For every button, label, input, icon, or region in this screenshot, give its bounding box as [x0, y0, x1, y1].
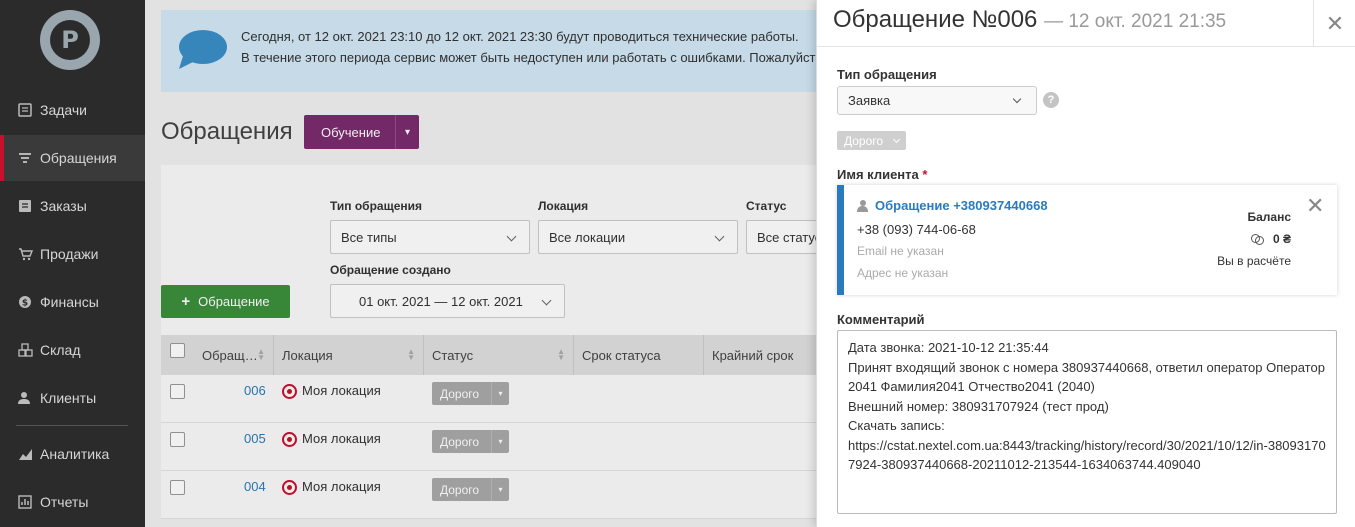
request-type-label: Тип обращения — [837, 67, 937, 82]
sidebar-item-label: Отчеты — [40, 494, 89, 510]
client-card: Обращение +380937440668 +38 (093) 744-06… — [837, 185, 1337, 295]
panel-header: Обращение №006 — 12 окт. 2021 21:35 ✕ — [817, 0, 1355, 47]
help-icon[interactable]: ? — [1043, 92, 1059, 108]
chevron-down-icon — [1012, 94, 1022, 104]
modal-backdrop[interactable] — [145, 0, 816, 527]
status-tag-label: Дорого — [844, 133, 884, 148]
close-panel-button[interactable]: ✕ — [1313, 0, 1355, 47]
client-name-label-text: Имя клиента — [837, 167, 919, 182]
client-name-link[interactable]: Обращение +380937440668 — [857, 198, 1048, 213]
warehouse-icon — [16, 341, 34, 359]
comment-label: Комментарий — [837, 312, 925, 327]
request-date: — 12 окт. 2021 21:35 — [1044, 11, 1227, 32]
app-logo[interactable]: P — [40, 10, 100, 70]
comment-textarea[interactable]: Дата звонка: 2021-10-12 21:35:44 Принят … — [837, 330, 1337, 514]
panel-title: Обращение №006 — 12 окт. 2021 21:35 — [833, 6, 1226, 34]
chevron-down-icon — [892, 135, 901, 144]
client-name-text: Обращение +380937440668 — [875, 198, 1048, 213]
request-detail-panel: Обращение №006 — 12 окт. 2021 21:35 ✕ Ти… — [816, 0, 1355, 527]
sidebar-item-label: Финансы — [40, 294, 99, 310]
sidebar-item-label: Задачи — [40, 102, 88, 118]
sidebar-item-label: Продажи — [40, 246, 99, 262]
sidebar-item-warehouse[interactable]: Склад — [0, 327, 145, 373]
client-email: Email не указан — [857, 244, 944, 258]
person-icon — [857, 199, 868, 212]
users-icon — [16, 389, 34, 407]
sidebar-item-finance[interactable]: $ Финансы — [0, 279, 145, 325]
sidebar-item-label: Обращения — [40, 150, 117, 166]
sidebar-divider — [16, 425, 128, 426]
remove-client-icon[interactable]: ✕ — [1306, 193, 1324, 219]
sidebar-item-tasks[interactable]: Задачи — [0, 87, 145, 133]
filter-icon — [16, 149, 34, 167]
reports-icon — [16, 493, 34, 511]
dollar-icon: $ — [16, 293, 34, 311]
close-icon: ✕ — [1325, 10, 1345, 36]
orders-icon — [16, 197, 34, 215]
sidebar-item-label: Склад — [40, 342, 81, 358]
client-name-label: Имя клиента * — [837, 167, 927, 182]
sidebar-item-analytics[interactable]: Аналитика — [0, 431, 145, 477]
svg-text:$: $ — [22, 299, 28, 309]
sidebar-item-orders[interactable]: Заказы — [0, 183, 145, 229]
request-type-select[interactable]: Заявка — [837, 86, 1037, 115]
request-type-value: Заявка — [848, 93, 891, 108]
required-mark: * — [922, 167, 928, 182]
sidebar: P Задачи Обращения Заказы Продажи $ Фина… — [0, 0, 145, 527]
client-address: Адрес не указан — [857, 266, 949, 280]
tasks-icon — [16, 101, 34, 119]
balance-value: 0 ₴ — [1250, 232, 1291, 246]
sidebar-item-clients[interactable]: Клиенты — [0, 375, 145, 421]
sidebar-item-requests[interactable]: Обращения — [0, 135, 145, 181]
client-phone: +38 (093) 744-06-68 — [857, 222, 976, 237]
sidebar-item-label: Аналитика — [40, 446, 110, 462]
sidebar-item-sales[interactable]: Продажи — [0, 231, 145, 277]
logo-letter: P — [50, 20, 90, 60]
sidebar-item-label: Клиенты — [40, 390, 97, 406]
request-title: Обращение №006 — [833, 6, 1038, 33]
chart-icon — [16, 445, 34, 463]
balance-note: Вы в расчёте — [1217, 254, 1291, 268]
status-tag-dropdown[interactable]: Дорого — [837, 131, 906, 150]
balance-amount: 0 ₴ — [1272, 232, 1291, 246]
sidebar-item-label: Заказы — [40, 198, 87, 214]
cart-icon — [16, 245, 34, 263]
sidebar-item-reports[interactable]: Отчеты — [0, 479, 145, 525]
balance-label: Баланс — [1247, 210, 1291, 224]
coins-icon — [1250, 233, 1265, 245]
